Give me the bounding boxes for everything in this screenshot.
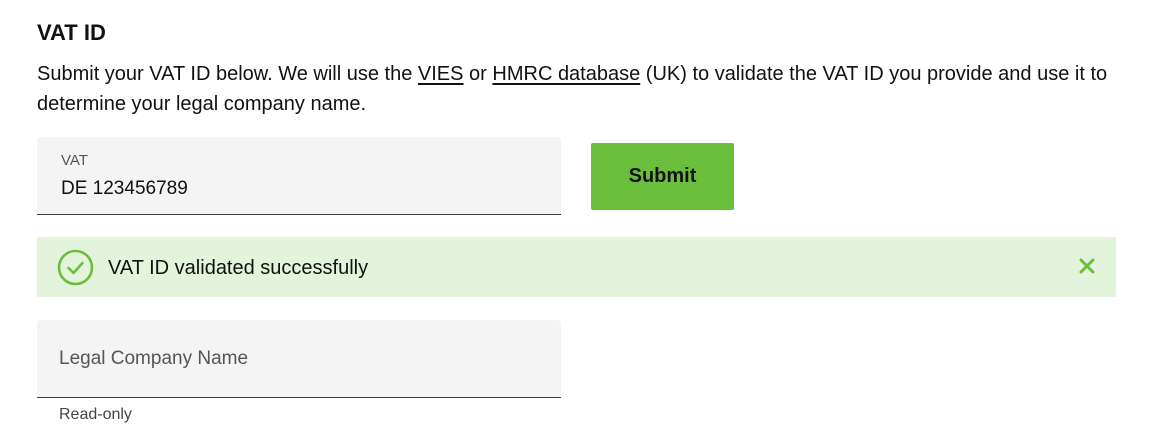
check-circle-icon [57, 249, 94, 286]
close-icon[interactable] [1078, 257, 1096, 275]
alert-message: VAT ID validated successfully [108, 257, 369, 279]
vies-link[interactable]: VIES [418, 63, 464, 85]
legal-company-name-field[interactable] [37, 320, 561, 398]
description: Submit your VAT ID below. We will use th… [37, 59, 1112, 119]
vat-field-label: VAT [61, 152, 88, 169]
description-text: Submit your VAT ID below. We will use th… [37, 63, 418, 85]
section-title: VAT ID [37, 20, 106, 45]
legal-company-name-input[interactable] [59, 348, 539, 370]
hmrc-database-link[interactable]: HMRC database [492, 63, 640, 85]
read-only-helper: Read-only [59, 406, 132, 423]
submit-button[interactable]: Submit [591, 143, 734, 210]
vat-field[interactable]: VAT [37, 137, 561, 215]
description-text: or [463, 63, 493, 85]
vat-input[interactable] [61, 178, 541, 200]
success-alert: VAT ID validated successfully [37, 237, 1116, 297]
